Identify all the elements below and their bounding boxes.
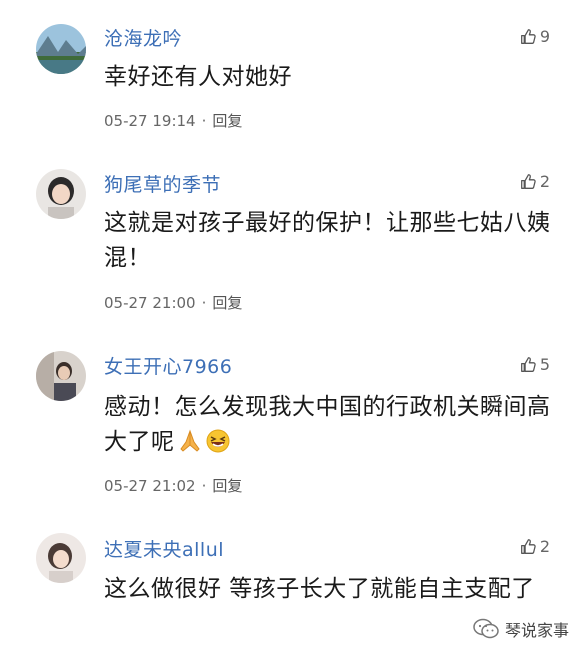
user-avatar[interactable] (36, 351, 86, 401)
like-count: 5 (539, 355, 550, 374)
like-count: 9 (539, 27, 550, 46)
like-button[interactable]: 2 (520, 537, 550, 556)
praying-hands-emoji (177, 428, 203, 465)
like-count: 2 (539, 537, 550, 556)
watermark: 琴说家事 (473, 617, 569, 641)
wechat-icon (473, 618, 499, 639)
user-avatar[interactable] (36, 24, 86, 74)
user-avatar[interactable] (36, 169, 86, 219)
like-button[interactable]: 9 (520, 27, 550, 46)
thumbs-up-icon (520, 357, 536, 372)
girl-avatar-2-icon (36, 533, 86, 583)
user-avatar[interactable] (36, 533, 86, 583)
comment-meta: 05-27 21:00 · 回复 (104, 292, 242, 313)
laughing-face-emoji (205, 428, 231, 465)
reply-button[interactable]: 回复 (212, 294, 242, 312)
separator-dot: · (201, 112, 207, 130)
comment-time: 05-27 19:14 (104, 112, 196, 130)
comment-meta: 05-27 19:14 · 回复 (104, 110, 242, 131)
comment-time: 05-27 21:02 (104, 477, 196, 495)
username[interactable]: 达夏未央allul (104, 535, 224, 562)
person-avatar-icon (36, 351, 86, 401)
comment-text-body: 感动！怎么发现我大中国的行政机关瞬间高大了呢 (104, 394, 551, 455)
reply-button[interactable]: 回复 (212, 477, 242, 495)
comment-meta: 05-27 21:02 · 回复 (104, 475, 242, 496)
separator-dot: · (201, 477, 207, 495)
watermark-text: 琴说家事 (504, 621, 569, 640)
reply-button[interactable]: 回复 (212, 112, 242, 130)
comment-text: 幸好还有人对她好 (104, 64, 292, 90)
girl-avatar-icon (36, 169, 86, 219)
like-count: 2 (539, 172, 550, 191)
comment-text: 这么做很好 等孩子长大了就能自主支配了 (104, 576, 535, 602)
comment-text: 感动！怎么发现我大中国的行政机关瞬间高大了呢 (104, 390, 554, 465)
like-button[interactable]: 2 (520, 172, 550, 191)
like-button[interactable]: 5 (520, 355, 550, 374)
username[interactable]: 女王开心7966 (104, 352, 232, 379)
comment-text: 这就是对孩子最好的保护！让那些七姑八姨混！ (104, 210, 551, 271)
comment-time: 05-27 21:00 (104, 294, 196, 312)
username[interactable]: 沧海龙吟 (104, 24, 182, 51)
separator-dot: · (201, 294, 207, 312)
thumbs-up-icon (520, 174, 536, 189)
thumbs-up-icon (520, 539, 536, 554)
thumbs-up-icon (520, 29, 536, 44)
username[interactable]: 狗尾草的季节 (104, 170, 221, 197)
landscape-avatar-icon (36, 24, 86, 74)
